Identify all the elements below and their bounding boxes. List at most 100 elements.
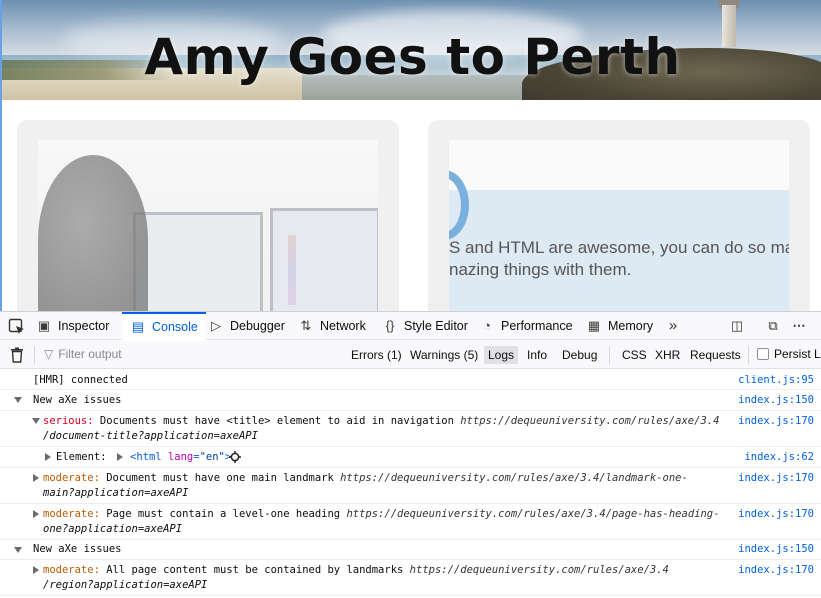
tab-label: Performance: [501, 319, 573, 333]
console-message: moderate: Document must have one main la…: [0, 468, 821, 504]
tab-performance[interactable]: ◔ Performance: [479, 312, 573, 340]
select-node-crosshair-icon[interactable]: [229, 451, 241, 463]
persist-logs-checkbox[interactable]: Persist Lo: [757, 347, 821, 361]
message-body: All page content must be contained by la…: [99, 564, 410, 576]
rule-link[interactable]: one?application=axeAPI: [43, 523, 182, 535]
rule-link[interactable]: /document-title?application=axeAPI: [43, 430, 258, 442]
console-filter-bar: ▽ Filter output Errors (1) Warnings (5) …: [0, 341, 821, 369]
source-link[interactable]: index.js:170: [738, 564, 814, 576]
source-link[interactable]: index.js:170: [738, 472, 814, 484]
source-link[interactable]: client.js:95: [738, 374, 814, 386]
style-editor-icon: {}: [385, 318, 395, 333]
filter-funnel-icon: ▽: [44, 347, 54, 361]
debugger-icon: ▷: [211, 318, 221, 333]
console-message: moderate: Page must contain a level-one …: [0, 504, 821, 540]
rule-link[interactable]: https://dequeuniversity.com/rules/axe/3.…: [346, 508, 719, 520]
console-output: [HMR] connected client.js:95 New aXe iss…: [0, 370, 821, 598]
filter-requests-button[interactable]: Requests: [686, 346, 745, 364]
tab-network[interactable]: ⇅ Network: [298, 312, 366, 340]
message-text: moderate: Page must contain a level-one …: [43, 508, 719, 520]
message-body: Document must have one main landmark: [99, 472, 341, 484]
source-link[interactable]: index.js:170: [738, 508, 814, 520]
element-label: Element:: [56, 451, 107, 463]
message-text: moderate: All page content must be conta…: [43, 564, 669, 576]
message-body: Page must contain a level-one heading: [99, 508, 347, 520]
tab-label: Console: [152, 320, 198, 334]
header-banner: Amy Goes to Perth: [2, 0, 821, 100]
severity-label: moderate:: [43, 472, 100, 484]
filter-errors-button[interactable]: Errors (1): [347, 346, 406, 364]
severity-label: serious:: [43, 415, 94, 427]
console-message: serious: Documents must have <title> ele…: [0, 411, 821, 447]
rule-link[interactable]: /region?application=axeAPI: [43, 579, 207, 591]
collapse-arrow-icon[interactable]: [14, 397, 22, 403]
card-right: S and HTML are awesome, you can do so ma…: [428, 120, 810, 311]
filter-xhr-button[interactable]: XHR: [651, 346, 684, 364]
filter-output-input[interactable]: ▽ Filter output: [44, 347, 122, 361]
performance-icon: ◔: [483, 318, 491, 333]
element-reference: Element:: [56, 451, 107, 463]
tab-memory[interactable]: ▦ Memory: [586, 312, 653, 340]
more-tools-chevron-icon[interactable]: »: [664, 317, 682, 334]
card-image-desk: [38, 140, 378, 311]
clear-console-trash-icon[interactable]: [10, 347, 24, 363]
html-node[interactable]: <html lang="en">: [130, 451, 231, 463]
split-console-icon[interactable]: ◫: [728, 318, 746, 334]
tab-console[interactable]: ▤ Console: [122, 312, 206, 340]
rule-link[interactable]: https://dequeuniversity.com/rules/axe/3.…: [410, 564, 669, 576]
expand-arrow-icon[interactable]: [33, 510, 39, 518]
tab-inspector[interactable]: ▣ Inspector: [36, 312, 110, 340]
console-message: moderate: All page content must be conta…: [0, 560, 821, 596]
filter-placeholder: Filter output: [58, 347, 122, 361]
source-link[interactable]: index.js:150: [738, 543, 814, 555]
source-link[interactable]: index.js:150: [738, 394, 814, 406]
card-image-text-line: nazing things with them.: [449, 260, 632, 279]
filter-warnings-button[interactable]: Warnings (5): [406, 346, 482, 364]
network-icon: ⇅: [300, 318, 312, 333]
devtools-panel: ▣ Inspector ▤ Console ▷ Debugger ⇅ Netwo…: [0, 311, 821, 597]
message-text: serious: Documents must have <title> ele…: [43, 415, 719, 427]
filter-logs-button[interactable]: Logs: [484, 346, 519, 364]
source-link[interactable]: index.js:170: [738, 415, 814, 427]
devtools-toolbar: ▣ Inspector ▤ Console ▷ Debugger ⇅ Netwo…: [0, 312, 821, 340]
source-link[interactable]: index.js:62: [744, 451, 814, 463]
expand-arrow-icon[interactable]: [33, 474, 39, 482]
console-group[interactable]: New aXe issues index.js:150: [0, 390, 821, 411]
console-icon: ▤: [131, 319, 145, 334]
expand-arrow-icon[interactable]: [33, 566, 39, 574]
message-text: [HMR] connected: [33, 374, 128, 386]
rule-link[interactable]: main?application=axeAPI: [43, 487, 188, 499]
collapse-arrow-icon[interactable]: [14, 547, 22, 553]
filter-debug-button[interactable]: Debug: [558, 346, 601, 364]
console-message: [HMR] connected client.js:95: [0, 370, 821, 390]
tab-debugger[interactable]: ▷ Debugger: [208, 312, 285, 340]
message-text: moderate: Document must have one main la…: [43, 472, 688, 484]
checkbox-box: [757, 348, 769, 360]
severity-label: moderate:: [43, 564, 100, 576]
card-left: [17, 120, 399, 311]
rule-link[interactable]: https://dequeuniversity.com/rules/axe/3.…: [460, 415, 719, 427]
filter-info-button[interactable]: Info: [523, 346, 551, 364]
expand-arrow-icon[interactable]: [45, 453, 51, 461]
inspector-icon: ▣: [37, 318, 51, 333]
memory-icon: ▦: [587, 318, 601, 333]
collapse-arrow-icon[interactable]: [32, 418, 40, 424]
group-title: New aXe issues: [33, 543, 122, 555]
tab-label: Network: [320, 319, 366, 333]
tab-style-editor[interactable]: {} Style Editor: [382, 312, 468, 340]
tab-label: Style Editor: [404, 319, 468, 333]
options-menu-icon[interactable]: ⋯: [790, 318, 808, 334]
severity-label: moderate:: [43, 508, 100, 520]
dock-icon[interactable]: ⧉: [764, 318, 782, 334]
filter-css-button[interactable]: CSS: [618, 346, 651, 364]
site-title: Amy Goes to Perth: [144, 28, 681, 86]
console-group[interactable]: New aXe issues index.js:150: [0, 540, 821, 560]
webpage-viewport: Amy Goes to Perth S and HTML are awesome…: [0, 0, 821, 311]
tab-label: Inspector: [58, 319, 110, 333]
rule-link[interactable]: https://dequeuniversity.com/rules/axe/3.…: [340, 472, 688, 484]
tab-label: Debugger: [230, 319, 285, 333]
tab-label: Memory: [608, 319, 654, 333]
expand-arrow-icon[interactable]: [117, 453, 123, 461]
element-picker-icon[interactable]: [8, 318, 26, 336]
message-body: Documents must have <title> element to a…: [93, 415, 461, 427]
